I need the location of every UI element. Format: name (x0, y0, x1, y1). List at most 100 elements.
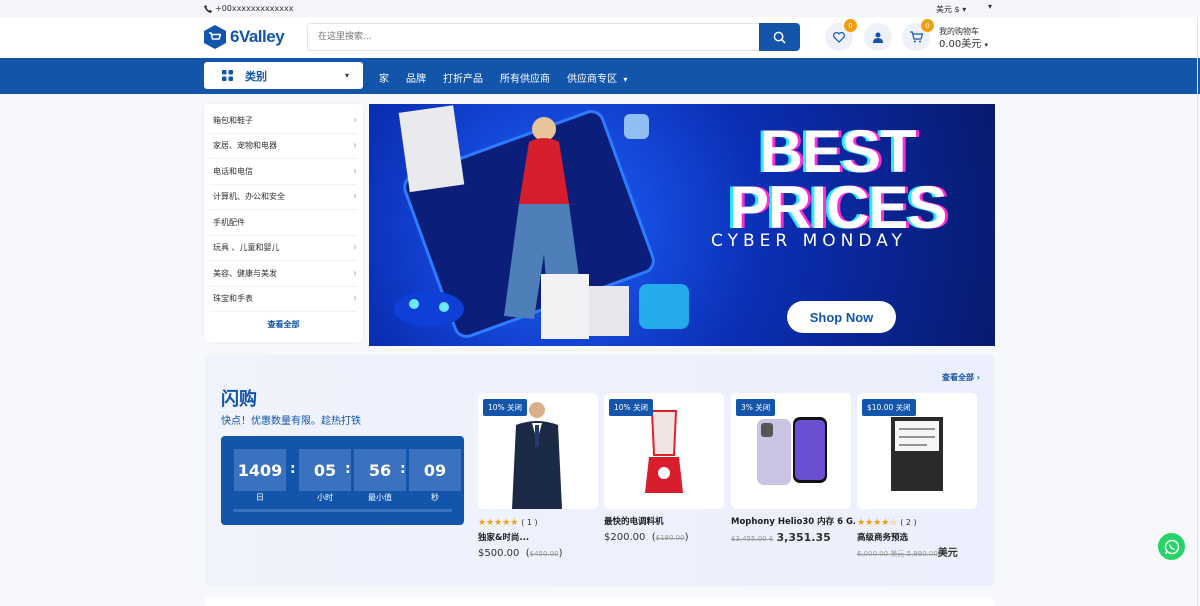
product-card[interactable]: 10% 关闭 (604, 393, 724, 509)
language-selector[interactable]: ▾ (988, 2, 992, 11)
chevron-right-icon: › (353, 293, 357, 305)
category-item[interactable]: 玩具 、儿童和婴儿 › (210, 236, 357, 261)
product-price: $500.00 ($450.00) (478, 548, 563, 559)
rating-stars: ★★★★★ ( 1 ) (478, 518, 538, 528)
review-count: ( 2 ) (900, 518, 917, 527)
user-icon (873, 32, 883, 43)
timer-hours: 05 (299, 449, 351, 491)
product-name[interactable]: Mophony Helio30 内存 6 G... (731, 515, 855, 530)
wishlist-count-badge: 0 (844, 19, 857, 32)
categories-button-label: 类别 (245, 69, 267, 83)
current-price: $500.00 (478, 548, 520, 559)
nav-link-vendor-zone[interactable]: 供应商专区 ▾ (567, 70, 627, 85)
top-bar: +00xxxxxxxxxxxxx 美元 $ ▾ ▾ (0, 0, 1120, 17)
view-all-categories-link[interactable]: 查看全部 (204, 319, 363, 330)
header: 6Valley 0 0 我的购物车 0.00美元 ▾ (0, 17, 1200, 58)
category-item[interactable]: 美容、健康与美发 › (210, 261, 357, 287)
discount-badge: 10% 关闭 (483, 399, 528, 416)
category-item[interactable]: 家居、宠物和电器 › (210, 134, 357, 159)
phone-number: +00xxxxxxxxxxxxx (215, 4, 294, 13)
old-price: $180.00 (655, 534, 685, 542)
timer-minutes: 56 (354, 449, 406, 491)
chevron-right-icon: › (976, 373, 981, 382)
category-label: 计算机、办公和安全 (213, 192, 285, 202)
flash-deal-title: 闪购 (221, 389, 257, 410)
category-label: 玩具 、儿童和婴儿 (213, 243, 280, 253)
chevron-right-icon: › (353, 140, 357, 152)
timer-days-label: 日 (256, 493, 264, 502)
rating-stars: ★★★★☆ ( 2 ) (857, 518, 917, 528)
category-item[interactable]: 珠宝和手表 › (210, 287, 357, 312)
category-item[interactable]: 计算机、办公和安全 › (210, 185, 357, 210)
product-info: ★★★★☆ ( 2 ) 高级商务预选 6,000.00 美元 5,990.00美… (857, 515, 981, 562)
whatsapp-icon (1164, 539, 1179, 554)
current-price: 美元 (937, 548, 958, 559)
product-card[interactable]: 10% 关闭 (478, 393, 598, 509)
current-price: $200.00 (604, 532, 646, 543)
cart-button[interactable]: 0 (902, 19, 934, 51)
old-price: $3,455.00 $ (731, 535, 774, 543)
countdown-timer: 1409 日 : 05 小时 : 56 最小值 : 09 秒 (221, 436, 464, 525)
timer-separator: : (400, 461, 406, 477)
account-button[interactable] (864, 23, 892, 51)
timer-separator: : (290, 461, 296, 477)
product-info: 最快的电调料机 $200.00 ($180.00) (604, 515, 728, 546)
product-name[interactable]: 独家&时尚... (478, 531, 602, 546)
banner-headline: BEST PRICES (729, 122, 947, 238)
currency-label: 美元 $ (936, 5, 960, 14)
timer-seconds-label: 秒 (431, 493, 439, 502)
logo[interactable]: 6Valley (204, 25, 285, 49)
cart-icon (909, 31, 923, 43)
category-label: 珠宝和手表 (213, 294, 253, 304)
product-name[interactable]: 高级商务预选 (857, 531, 981, 546)
shop-now-button[interactable]: Shop Now (787, 301, 896, 333)
nav-link-discounted[interactable]: 打折产品 (443, 70, 483, 85)
nav-link-all-vendors[interactable]: 所有供应商 (500, 70, 550, 85)
cart-summary[interactable]: 我的购物车 0.00美元 ▾ (939, 25, 988, 52)
phone-icon (204, 4, 212, 13)
category-item[interactable]: 手机配件 (210, 210, 357, 236)
nav-link-brands[interactable]: 品牌 (406, 70, 426, 85)
timer-seconds: 09 (409, 449, 461, 491)
categories-dropdown-button[interactable]: 类别 ▾ (204, 62, 363, 89)
flash-deal-see-all-link[interactable]: 查看全部 › (942, 372, 980, 383)
product-card[interactable]: $10.00 关闭 (857, 393, 977, 509)
cart-mark-icon (209, 32, 221, 40)
category-label: 美容、健康与美发 (213, 268, 277, 278)
search-icon (773, 31, 786, 44)
search-button[interactable] (759, 23, 800, 51)
category-item[interactable]: 箱包和鞋子 › (210, 108, 357, 134)
chevron-right-icon: › (353, 242, 357, 254)
nav-link-home[interactable]: 家 (379, 70, 389, 85)
category-label: 手机配件 (213, 217, 245, 227)
whatsapp-chat-button[interactable] (1158, 533, 1185, 560)
chevron-right-icon: › (353, 114, 357, 126)
phone-contact[interactable]: +00xxxxxxxxxxxxx (204, 4, 293, 13)
chevron-down-icon: ▾ (623, 75, 628, 84)
wishlist-button[interactable]: 0 (825, 19, 857, 51)
product-name[interactable]: 最快的电调料机 (604, 515, 728, 530)
discount-badge: 3% 关闭 (736, 399, 776, 416)
product-card[interactable]: 3% 关闭 (731, 393, 851, 509)
nav-link-vendor-zone-label: 供应商专区 (567, 74, 617, 85)
heart-icon (833, 31, 845, 43)
currency-selector[interactable]: 美元 $ ▾ (936, 4, 966, 15)
timer-separator: : (345, 461, 351, 477)
timer-minutes-label: 最小值 (368, 493, 392, 502)
product-price: 6,000.00 美元 5,990.00美元 (857, 546, 981, 562)
chevron-down-icon: ▾ (988, 2, 993, 11)
category-item[interactable]: 电话和电信 › (210, 159, 357, 185)
flash-deal-section: 闪购 快点！优惠数量有限。趁热打铁 1409 日 : 05 小时 : 56 最小… (205, 355, 994, 586)
discount-badge: $10.00 关闭 (862, 399, 916, 416)
page-edge-divider (1197, 17, 1198, 606)
chevron-right-icon: › (353, 165, 357, 177)
chevron-down-icon: ▾ (344, 71, 349, 80)
search-input[interactable] (308, 24, 748, 50)
category-label: 电话和电信 (213, 166, 253, 176)
chevron-right-icon: › (353, 267, 357, 279)
hero-banner[interactable]: BEST PRICES CYBER MONDAY Shop Now (369, 104, 995, 346)
category-label: 箱包和鞋子 (213, 115, 253, 125)
next-section-edge (205, 598, 994, 606)
category-label: 家居、宠物和电器 (213, 141, 277, 151)
discount-badge: 10% 关闭 (609, 399, 654, 416)
